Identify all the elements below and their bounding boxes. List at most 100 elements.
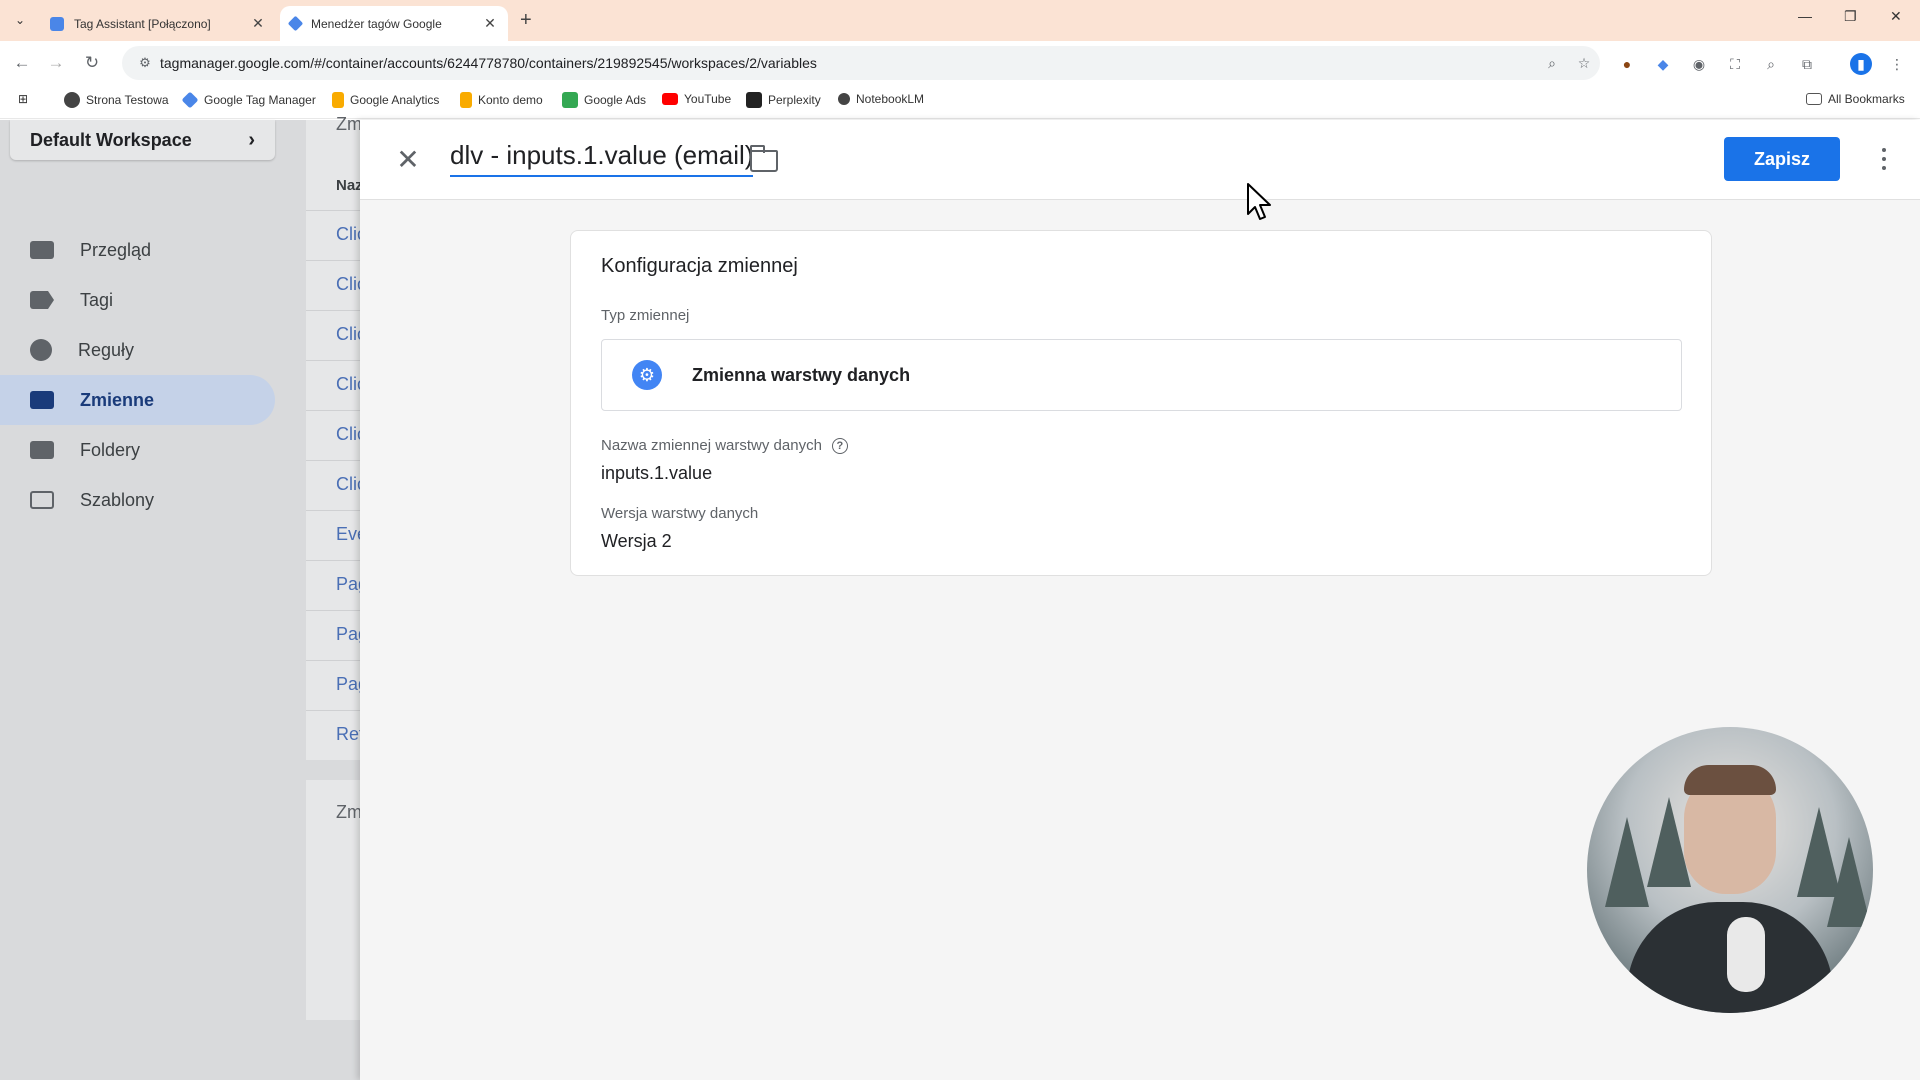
address-bar[interactable]: ⚙ tagmanager.google.com/#/container/acco… [122, 46, 1600, 80]
tab-search-icon[interactable]: ⌄ [8, 8, 32, 32]
bookmark-label: Perplexity [768, 93, 821, 107]
folder-icon [1806, 93, 1822, 105]
divider [306, 710, 366, 711]
sidebar-item-reguly[interactable]: Reguły [0, 325, 275, 375]
close-tab-icon[interactable]: ✕ [248, 15, 268, 32]
minimize-icon[interactable]: — [1798, 8, 1812, 24]
bookmark-notebooklm[interactable]: NotebookLM [838, 92, 924, 106]
webcam-overlay [1587, 727, 1873, 1013]
bookmark-label: YouTube [684, 92, 732, 106]
bookmark-google-analytics[interactable]: Google Analytics [332, 92, 439, 108]
bookmark-label: Google Ads [584, 93, 647, 107]
divider [306, 410, 366, 411]
tree-shape [1827, 837, 1871, 927]
editor-header: ✕ dlv - inputs.1.value (email) Zapisz [360, 120, 1920, 200]
browser-toolbar: ← → ↻ ⚙ tagmanager.google.com/#/containe… [0, 41, 1920, 85]
bookmark-label: Strona Testowa [86, 93, 169, 107]
workspace-selector[interactable]: Default Workspace › [10, 120, 275, 160]
tab-gtm[interactable]: Menedżer tagów Google ✕ [280, 6, 508, 41]
bookmark-label: Google Tag Manager [204, 93, 316, 107]
folder-icon[interactable] [750, 145, 778, 172]
all-bookmarks-label: All Bookmarks [1828, 92, 1905, 106]
back-arrow-icon[interactable]: ← [10, 51, 34, 75]
analytics-icon [332, 92, 344, 108]
restore-icon[interactable]: ❐ [1844, 8, 1857, 25]
template-icon [30, 491, 54, 509]
gtm-icon [181, 91, 199, 109]
sidebar-item-szablony[interactable]: Szablony [0, 475, 275, 525]
tab-strip: ⌄ Tag Assistant [Połączono] ✕ Menedżer t… [0, 0, 1920, 41]
divider [306, 560, 366, 561]
bookmark-strona-testowa[interactable]: Strona Testowa [64, 92, 169, 108]
sidebar-item-foldery[interactable]: Foldery [0, 425, 275, 475]
perplexity-icon [746, 92, 762, 108]
help-icon[interactable]: ? [831, 437, 848, 454]
tab-title: Menedżer tagów Google [311, 16, 442, 31]
sidebar-item-label: Tagi [80, 289, 114, 310]
variable-type-label: Typ zmiennej [601, 307, 690, 324]
url-text[interactable]: tagmanager.google.com/#/container/accoun… [160, 55, 1536, 71]
close-icon[interactable]: ✕ [390, 142, 426, 178]
browser-menu-icon[interactable]: ⋮ [1886, 53, 1908, 75]
screenshot-extension-icon[interactable]: ⛶ [1724, 53, 1746, 75]
reload-icon[interactable]: ↻ [80, 51, 104, 75]
sidebar-item-label: Reguły [78, 339, 135, 360]
list-section-title: Zm [336, 802, 362, 822]
profile-avatar-icon[interactable]: ▮ [1850, 53, 1872, 75]
site-info-icon[interactable]: ⚙ [130, 55, 160, 71]
new-tab-plus-icon[interactable]: + [520, 9, 532, 32]
mouse-cursor-icon [1247, 183, 1271, 220]
sidebar-item-przeglad[interactable]: Przegląd [0, 225, 275, 275]
extensions-puzzle-icon[interactable]: ⧉ [1796, 53, 1818, 75]
bookmark-google-ads[interactable]: Google Ads [562, 92, 646, 108]
sidebar-item-tagi[interactable]: Tagi [0, 275, 275, 325]
youtube-icon [662, 93, 678, 105]
dl-version-value: Wersja 2 [601, 531, 672, 551]
analytics-icon [460, 92, 472, 108]
apps-grid-icon[interactable]: ⊞ [18, 92, 28, 106]
notebooklm-icon [838, 93, 850, 105]
divider [306, 310, 366, 311]
zoom-icon[interactable]: ⌕ [1536, 55, 1568, 72]
forward-arrow-icon[interactable]: → [44, 51, 68, 75]
bookmark-label: Google Analytics [350, 93, 440, 107]
divider [306, 610, 366, 611]
variable-type-name: Zmienna warstwy danych [692, 364, 911, 385]
close-tab-icon[interactable]: ✕ [480, 15, 500, 32]
list-column-header: Naz [336, 177, 363, 194]
sidebar-item-label: Szablony [80, 489, 155, 510]
bookmark-google-tag-manager[interactable]: Google Tag Manager [181, 91, 316, 109]
bookmark-perplexity[interactable]: Perplexity [746, 92, 821, 108]
tag-assistant-favicon-icon [50, 16, 64, 31]
more-options-icon[interactable] [1874, 144, 1894, 174]
workspace-name: Default Workspace [30, 129, 192, 150]
variable-type-selector[interactable]: ⚙ Zmienna warstwy danych [601, 339, 1682, 411]
bookmark-konto-demo[interactable]: Konto demo [460, 92, 543, 108]
bookmark-youtube[interactable]: YouTube [662, 92, 731, 106]
briefcase-icon [30, 241, 54, 259]
variables-icon [30, 391, 54, 409]
tag-extension-icon[interactable]: ◆ [1652, 53, 1674, 75]
microphone-icon [1727, 917, 1765, 992]
window-close-icon[interactable]: ✕ [1890, 8, 1902, 25]
sidebar-nav: Przegląd Tagi Reguły Zmienne Foldery Sza… [0, 225, 275, 525]
sidebar-item-label: Zmienne [80, 389, 155, 410]
variable-configuration-card[interactable]: Konfiguracja zmiennej Typ zmiennej ⚙ Zmi… [570, 230, 1712, 576]
tab-tag-assistant[interactable]: Tag Assistant [Połączono] ✕ [40, 6, 276, 41]
magnifier-extension-icon[interactable]: ⌕ [1760, 53, 1782, 75]
tab-title: Tag Assistant [Połączono] [74, 16, 211, 31]
divider [306, 360, 366, 361]
cookie-extension-icon[interactable]: ● [1616, 53, 1638, 75]
gtm-favicon-icon [287, 15, 304, 32]
variable-name-input[interactable]: dlv - inputs.1.value (email) [450, 140, 754, 177]
record-extension-icon[interactable]: ◉ [1688, 53, 1710, 75]
save-button[interactable]: Zapisz [1724, 137, 1840, 181]
dlv-name-label: Nazwa zmiennej warstwy danych ? [601, 437, 848, 454]
sidebar-item-zmienne[interactable]: Zmienne [0, 375, 275, 425]
list-section-title: Zm [336, 114, 362, 134]
bookmark-star-icon[interactable]: ☆ [1568, 55, 1600, 72]
google-ads-icon [562, 92, 578, 108]
config-title: Konfiguracja zmiennej [601, 255, 798, 277]
all-bookmarks[interactable]: All Bookmarks [1806, 92, 1905, 106]
sidebar-item-label: Przegląd [80, 239, 152, 260]
